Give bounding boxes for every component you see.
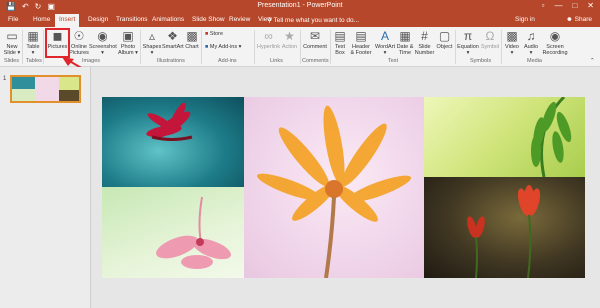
smartart-icon: ❖ — [167, 29, 178, 43]
group-separator — [330, 30, 331, 64]
smartart-button[interactable]: ❖ SmartArt — [162, 29, 184, 50]
group-label-text: Text — [388, 58, 399, 64]
group-label-symbols: Symbols — [470, 58, 492, 64]
photo-green-leaves-yellow[interactable] — [424, 97, 585, 177]
shapes-icon: ▵ — [148, 29, 156, 43]
chart-icon: ▩ — [186, 29, 198, 43]
slide-thumbnail-pane: 1 — [0, 67, 91, 308]
equation-button[interactable]: π Equation ▾ — [456, 29, 480, 56]
window-controls: ▫ — □ ✕ — [542, 1, 594, 10]
photo-pink-flower-green[interactable] — [102, 187, 244, 278]
title-bar: 💾 ↶ ↻ ▣ Presentation1 - PowerPoint ▫ — □… — [0, 0, 600, 14]
tab-insert[interactable]: Insert — [55, 14, 80, 27]
date-time-button[interactable]: ▦ Date & Time — [396, 29, 414, 56]
object-button[interactable]: ▢ Object — [435, 29, 454, 50]
tab-slideshow[interactable]: Slide Show — [192, 16, 225, 23]
group-separator — [254, 30, 255, 64]
wordart-button[interactable]: A WordArt ▾ — [374, 29, 396, 56]
group-label-comments: Comments — [302, 58, 329, 64]
close-icon[interactable]: ✕ — [587, 1, 594, 10]
hyperlink-button[interactable]: ∞ Hyperlink — [256, 29, 281, 50]
ribbon-tabs: File Home Insert Design Transitions Anim… — [0, 14, 600, 27]
group-separator — [201, 30, 202, 64]
store-button[interactable]: ■ Store — [205, 31, 223, 37]
hyperlink-icon: ∞ — [264, 29, 273, 43]
my-addins-button[interactable]: ■ My Add-ins ▾ — [205, 44, 241, 50]
collapse-ribbon-icon[interactable]: ⌃ — [590, 58, 595, 64]
shapes-button[interactable]: ▵ Shapes ▾ — [142, 29, 162, 56]
online-pictures-button[interactable]: ☉ Online Pictures — [69, 29, 89, 56]
tab-home[interactable]: Home — [33, 16, 50, 23]
header-footer-button[interactable]: ▤ Header & Footer — [349, 29, 373, 56]
pictures-highlight-box — [45, 28, 70, 58]
group-label-addins: Add-ins — [218, 58, 237, 64]
screen-recording-button[interactable]: ◉ Screen Recording — [541, 29, 569, 56]
group-label-links: Links — [270, 58, 283, 64]
share-icon: ☻ — [566, 16, 575, 23]
comment-icon: ✉ — [309, 29, 321, 43]
text-box-button[interactable]: ▤ Text Box — [332, 29, 348, 56]
maximize-icon[interactable]: □ — [572, 1, 577, 10]
pi-icon: π — [463, 29, 473, 43]
tab-animations[interactable]: Animations — [152, 16, 184, 23]
wordart-icon: A — [380, 29, 389, 43]
photo-album-button[interactable]: ▣ Photo Album ▾ — [117, 29, 139, 56]
tell-me-search[interactable]: ⚲ Tell me what you want to do... — [267, 16, 359, 24]
tab-file[interactable]: File — [8, 16, 18, 23]
tab-transitions[interactable]: Transitions — [116, 16, 148, 23]
online-pictures-icon: ☉ — [73, 29, 85, 43]
sign-in-link[interactable]: Sign in — [515, 16, 535, 23]
comment-button[interactable]: ✉ Comment — [302, 29, 328, 50]
window-title: Presentation1 - PowerPoint — [257, 2, 343, 9]
slide-number-icon: # — [421, 29, 428, 43]
video-icon: ▩ — [506, 29, 518, 43]
screenshot-button[interactable]: ◉ Screenshot ▾ — [89, 29, 117, 56]
chart-button[interactable]: ▩ Chart — [184, 29, 200, 50]
group-label-slides: Slides — [4, 58, 19, 64]
table-button[interactable]: ▦ Table ▾ — [24, 29, 42, 56]
tab-design[interactable]: Design — [88, 16, 108, 23]
slide-canvas[interactable] — [102, 97, 585, 278]
slide-number-label: 1 — [3, 76, 7, 82]
calendar-icon: ▦ — [399, 29, 411, 43]
share-button[interactable]: ☻ Share — [566, 16, 592, 23]
group-label-illustrations: Illustrations — [157, 58, 185, 64]
action-icon: ★ — [284, 29, 295, 43]
minimize-icon[interactable]: — — [554, 1, 562, 10]
audio-button[interactable]: ♫ Audio ▾ — [522, 29, 540, 56]
table-icon: ▦ — [27, 29, 39, 43]
slide-thumbnail[interactable] — [10, 75, 81, 103]
new-slide-button[interactable]: ▭ New Slide ▾ — [3, 29, 21, 56]
ribbon-display-icon[interactable]: ▫ — [542, 1, 545, 10]
speaker-icon: ♫ — [526, 29, 536, 43]
photo-orange-flower-pink[interactable] — [244, 97, 424, 278]
slide-number-button[interactable]: # Slide Number — [414, 29, 435, 56]
group-label-tables: Tables — [26, 58, 42, 64]
group-label-media: Media — [527, 58, 542, 64]
action-button[interactable]: ★ Action — [281, 29, 298, 50]
video-button[interactable]: ▩ Video ▾ — [503, 29, 521, 56]
new-slide-icon: ▭ — [6, 29, 18, 43]
photo-album-icon: ▣ — [122, 29, 134, 43]
photo-red-flower-teal[interactable] — [102, 97, 244, 187]
object-icon: ▢ — [438, 29, 451, 43]
omega-icon: Ω — [485, 29, 495, 43]
camera-icon: ◉ — [97, 29, 108, 43]
text-box-icon: ▤ — [334, 29, 346, 43]
group-separator — [501, 30, 502, 64]
photo-red-tulips-dark[interactable] — [424, 177, 585, 278]
header-footer-icon: ▤ — [355, 29, 367, 43]
symbol-button[interactable]: Ω Symbol — [480, 29, 500, 50]
tab-review[interactable]: Review — [229, 16, 250, 23]
group-separator — [140, 30, 141, 64]
group-separator — [300, 30, 301, 64]
group-separator — [22, 30, 23, 64]
group-separator — [43, 30, 44, 64]
screen-recording-icon: ◉ — [549, 29, 561, 43]
